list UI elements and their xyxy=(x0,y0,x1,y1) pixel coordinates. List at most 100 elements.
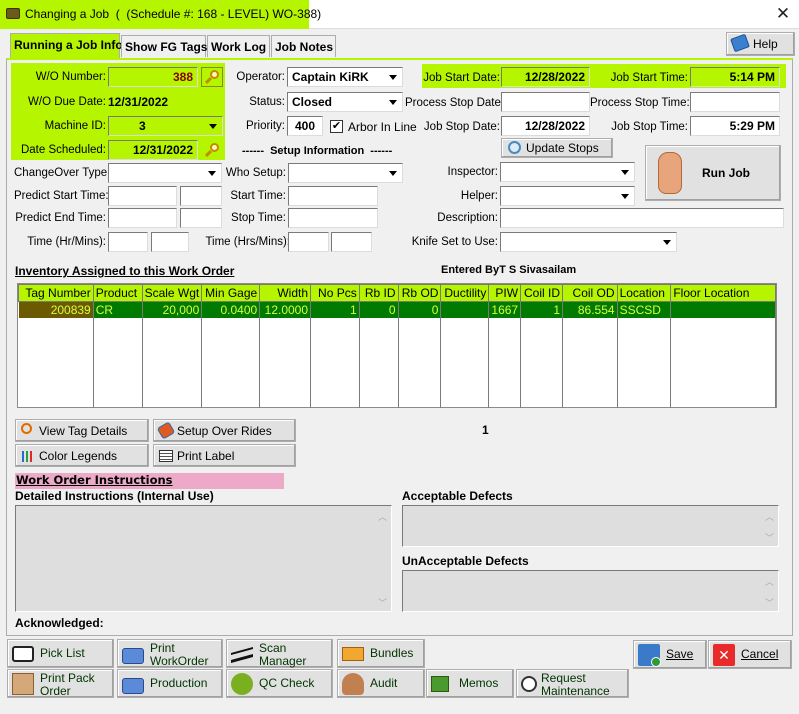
production-button[interactable]: Production xyxy=(117,669,223,698)
run-job-label: Run Job xyxy=(702,166,750,180)
cancel-button[interactable]: ✕ Cancel xyxy=(708,640,792,669)
grid-column-header[interactable]: Rb OD xyxy=(397,284,442,302)
process-stop-time-field[interactable] xyxy=(690,92,780,112)
who-setup-select[interactable] xyxy=(288,163,403,183)
operator-select[interactable]: Captain KiRK xyxy=(287,67,403,87)
save-label: Save xyxy=(666,647,694,661)
predict-start-time-field[interactable] xyxy=(180,186,222,206)
inventory-title: Inventory Assigned to this Work Order xyxy=(15,264,235,278)
grid-column-header[interactable]: Min Gage xyxy=(201,284,261,302)
tab-job-notes[interactable]: Job Notes xyxy=(271,35,336,57)
grid-column-header[interactable]: Coil ID xyxy=(520,284,564,302)
qc-check-button[interactable]: QC Check xyxy=(226,669,333,698)
run-job-button[interactable]: Run Job xyxy=(645,145,781,201)
grid-empty-cell xyxy=(562,317,618,408)
scroll-down-icon[interactable]: ﹀ xyxy=(765,596,774,609)
grid-column-header[interactable]: Location xyxy=(616,284,672,302)
scroll-down-icon[interactable]: ﹀ xyxy=(765,531,774,544)
grid-cell: 12.0000 xyxy=(259,301,312,318)
save-button[interactable]: Save xyxy=(633,640,707,669)
grid-empty-cell xyxy=(617,317,672,408)
date-scheduled-lookup-button[interactable] xyxy=(201,140,223,160)
grid-column-header[interactable]: Product xyxy=(92,284,143,302)
pick-list-button[interactable]: Pick List xyxy=(7,639,114,668)
grid-column-header[interactable]: PIW xyxy=(488,284,522,302)
color-legends-button[interactable]: Color Legends xyxy=(15,444,149,467)
work-order-instructions-title: Work Order Instructions xyxy=(15,473,284,489)
helper-select[interactable] xyxy=(500,186,635,206)
tab-show-fg-tags[interactable]: Show FG Tags xyxy=(121,35,207,57)
time-hr-field[interactable] xyxy=(108,232,148,252)
inspector-select[interactable] xyxy=(500,162,635,182)
start-time-field[interactable] xyxy=(288,186,378,206)
printer-color-icon xyxy=(122,648,144,664)
wo-lookup-button[interactable] xyxy=(201,67,223,87)
changeover-type-select[interactable] xyxy=(108,163,222,183)
save-check-icon xyxy=(651,657,661,667)
job-start-time-field[interactable]: 5:14 PM xyxy=(690,67,780,87)
update-stops-button[interactable]: Update Stops xyxy=(501,138,613,158)
setup-over-rides-label: Setup Over Rides xyxy=(177,424,272,438)
setup-over-rides-button[interactable]: Setup Over Rides xyxy=(153,419,296,442)
knife-set-select[interactable] xyxy=(500,232,677,252)
print-workorder-button[interactable]: Print WorkOrder xyxy=(117,639,223,668)
inventory-grid[interactable]: Tag Number Product Scale Wgt Min Gage Width N… xyxy=(17,283,777,408)
changeover-type-label: ChangeOver Type: xyxy=(14,167,111,179)
scroll-down-icon[interactable]: ﹀ xyxy=(378,596,387,609)
grid-column-header[interactable]: Floor Location xyxy=(670,284,776,302)
predict-start-date-field[interactable] xyxy=(108,186,177,206)
scroll-up-icon[interactable]: ︿ xyxy=(378,510,387,523)
detailed-instructions-label: Detailed Instructions (Internal Use) xyxy=(15,489,214,503)
description-field[interactable] xyxy=(500,208,784,228)
predict-end-time-field[interactable] xyxy=(180,208,222,228)
grid-column-header[interactable]: Scale Wgt xyxy=(141,284,203,302)
view-tag-details-button[interactable]: View Tag Details xyxy=(15,419,149,442)
grid-column-header[interactable]: Width xyxy=(259,284,312,302)
job-stop-time-field[interactable]: 5:29 PM xyxy=(690,116,780,136)
bundles-label: Bundles xyxy=(370,646,414,660)
process-stop-date-field[interactable] xyxy=(501,92,590,112)
date-scheduled-field[interactable]: 12/31/2022 xyxy=(108,140,198,160)
audit-button[interactable]: Audit xyxy=(337,669,425,698)
request-maintenance-button[interactable]: Request Maintenance xyxy=(516,669,629,698)
grid-column-header[interactable]: Rb ID xyxy=(358,284,399,302)
print-label-button[interactable]: Print Label xyxy=(153,444,296,467)
grid-cell: 0.0400 xyxy=(201,301,261,318)
scroll-up-icon[interactable]: ︿ xyxy=(765,510,774,523)
job-stop-date-field[interactable]: 12/28/2022 xyxy=(501,116,590,136)
stop-time-field[interactable] xyxy=(288,208,378,228)
arbor-in-line-checkbox[interactable]: ✔ xyxy=(330,120,343,133)
time-min-field[interactable] xyxy=(151,232,189,252)
bundles-button[interactable]: Bundles xyxy=(337,639,425,668)
detailed-instructions-textarea[interactable]: ︿ ﹀ xyxy=(15,505,392,612)
tab-running-job-info[interactable]: Running a Job Info xyxy=(10,33,123,58)
acceptable-defects-textarea[interactable]: ︿ ﹀ xyxy=(402,505,779,547)
predict-end-date-field[interactable] xyxy=(108,208,177,228)
scan-manager-button[interactable]: Scan Manager xyxy=(226,639,333,668)
grid-column-header[interactable]: Ductility xyxy=(440,284,490,302)
print-pack-order-button[interactable]: Print Pack Order xyxy=(7,669,114,698)
unacceptable-defects-label: UnAcceptable Defects xyxy=(402,554,529,568)
setup-time-hr-field[interactable] xyxy=(288,232,329,252)
printer-color-icon xyxy=(122,678,144,694)
unacceptable-defects-textarea[interactable]: ︿ ﹀ xyxy=(402,570,779,612)
wo-number-field[interactable]: 388 xyxy=(108,67,198,87)
scroll-up-icon[interactable]: ︿ xyxy=(765,575,774,588)
machine-id-select[interactable]: 3 xyxy=(108,116,223,136)
job-start-date-field[interactable]: 12/28/2022 xyxy=(501,67,590,87)
priority-field[interactable]: 400 xyxy=(287,116,323,136)
help-button[interactable]: Help xyxy=(726,32,795,56)
table-row[interactable]: 200839 CR 20,000 0.0400 12.0000 1 0 0 1667 1 86.55… xyxy=(18,301,776,318)
scan-manager-line1: Scan xyxy=(259,641,287,655)
tab-work-log[interactable]: Work Log xyxy=(207,35,270,57)
grid-column-header[interactable]: No Pcs xyxy=(310,284,360,302)
setup-time-min-field[interactable] xyxy=(331,232,372,252)
grid-empty-cell xyxy=(440,317,490,408)
memos-button[interactable]: Memos xyxy=(426,669,514,698)
close-button[interactable]: ✕ xyxy=(770,3,796,25)
status-select[interactable]: Closed xyxy=(287,92,403,112)
grid-column-header[interactable]: Tag Number xyxy=(18,284,94,302)
window-title: Changing a Job ( (Schedule #: 168 - LEVE… xyxy=(25,7,322,21)
request-maintenance-label: Request Maintenance xyxy=(541,672,610,698)
grid-column-header[interactable]: Coil OD xyxy=(562,284,618,302)
